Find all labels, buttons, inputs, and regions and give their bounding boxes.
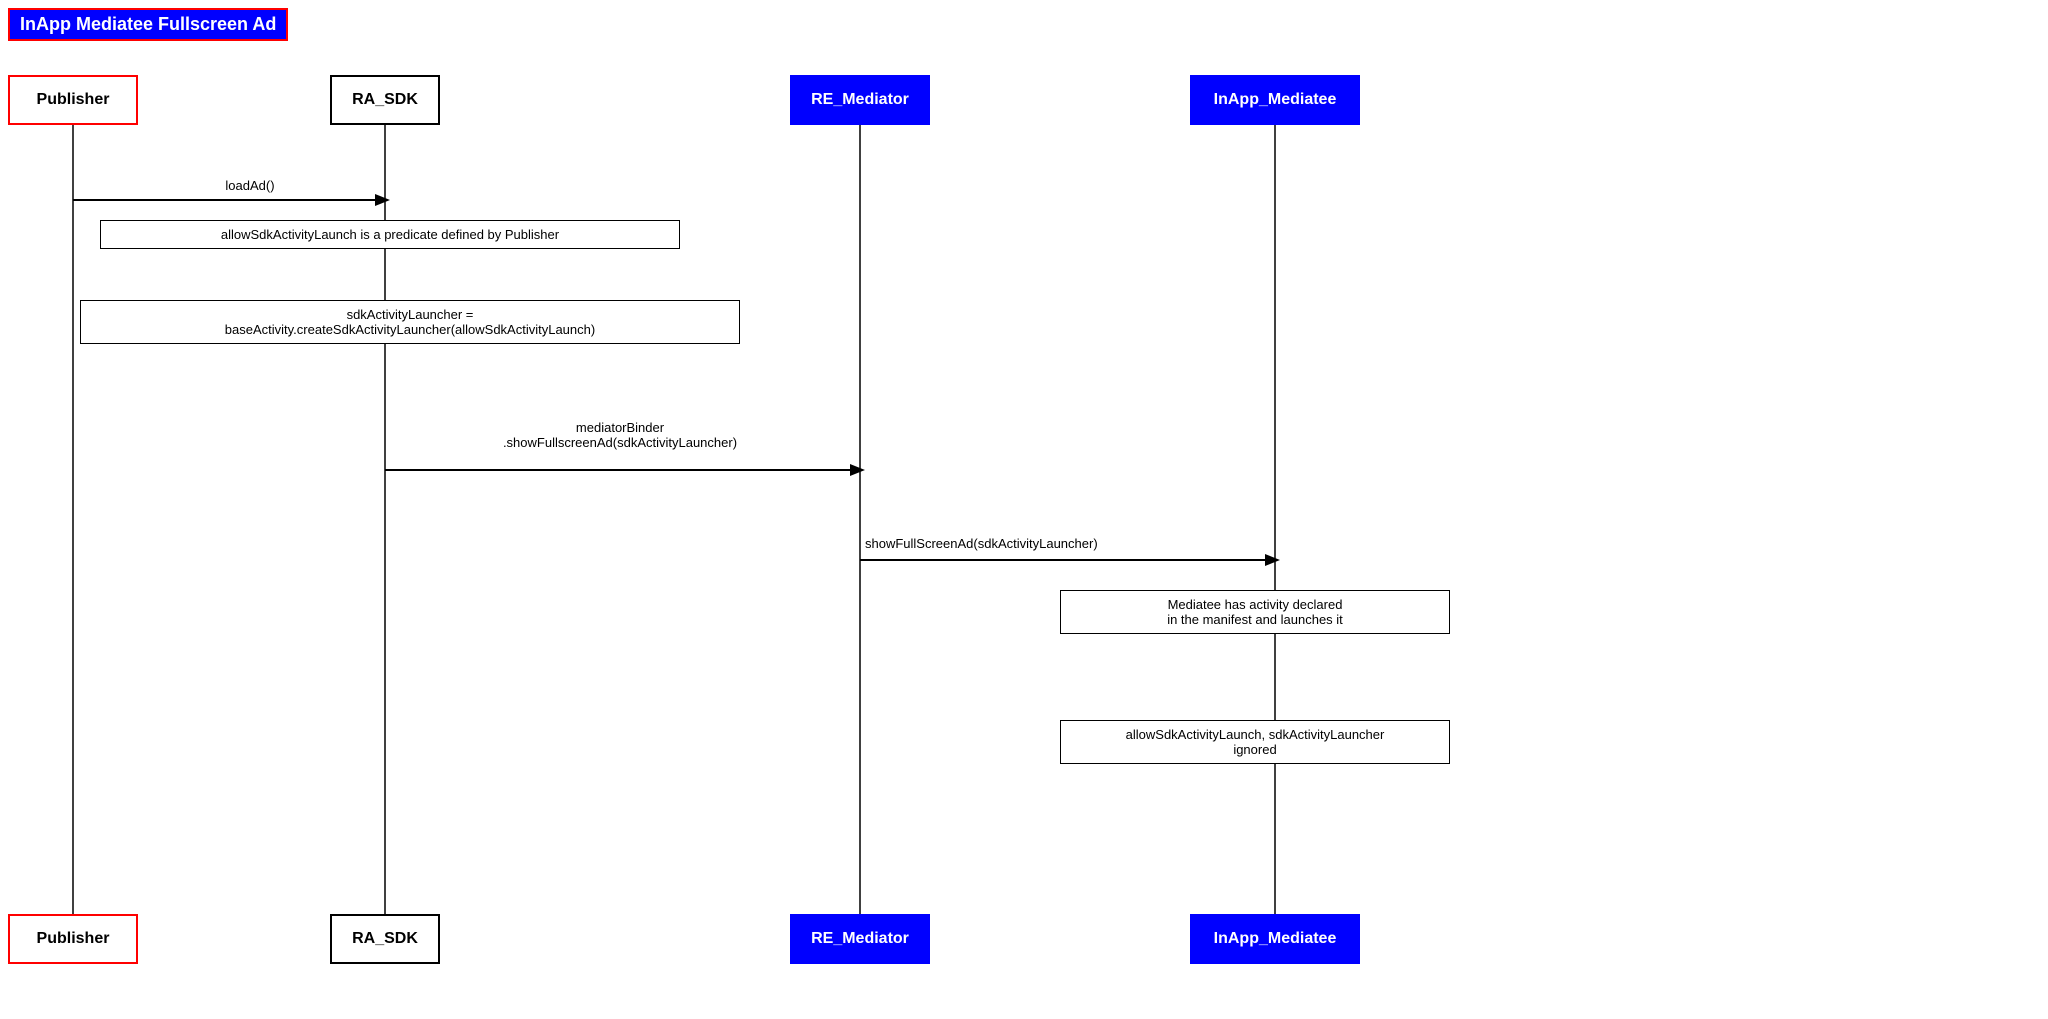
actor-remediator-bot: RE_Mediator (790, 914, 930, 964)
msg-showfullscreen: showFullScreenAd(sdkActivityLauncher) (865, 536, 1245, 551)
actor-remediator-top: RE_Mediator (790, 75, 930, 125)
note-mediatee-activity: Mediatee has activity declared in the ma… (1060, 590, 1450, 634)
note-ignored: allowSdkActivityLaunch, sdkActivityLaunc… (1060, 720, 1450, 764)
actor-rasdk-top: RA_SDK (330, 75, 440, 125)
actor-publisher-bot: Publisher (8, 914, 138, 964)
diagram-title: InApp Mediatee Fullscreen Ad (8, 8, 288, 41)
actor-rasdk-bot: RA_SDK (330, 914, 440, 964)
actor-inapp-bot: InApp_Mediatee (1190, 914, 1360, 964)
diagram-svg (0, 0, 2048, 1019)
note-predicate: allowSdkActivityLaunch is a predicate de… (100, 220, 680, 249)
actor-inapp-top: InApp_Mediatee (1190, 75, 1360, 125)
msg-loadad: loadAd() (150, 178, 350, 193)
msg-mediatorbinder: mediatorBinder .showFullscreenAd(sdkActi… (420, 420, 820, 450)
diagram-container: InApp Mediatee Fullscreen Ad Publisher R… (0, 0, 2048, 1019)
actor-publisher-top: Publisher (8, 75, 138, 125)
note-sdk-activity: sdkActivityLauncher = baseActivity.creat… (80, 300, 740, 344)
